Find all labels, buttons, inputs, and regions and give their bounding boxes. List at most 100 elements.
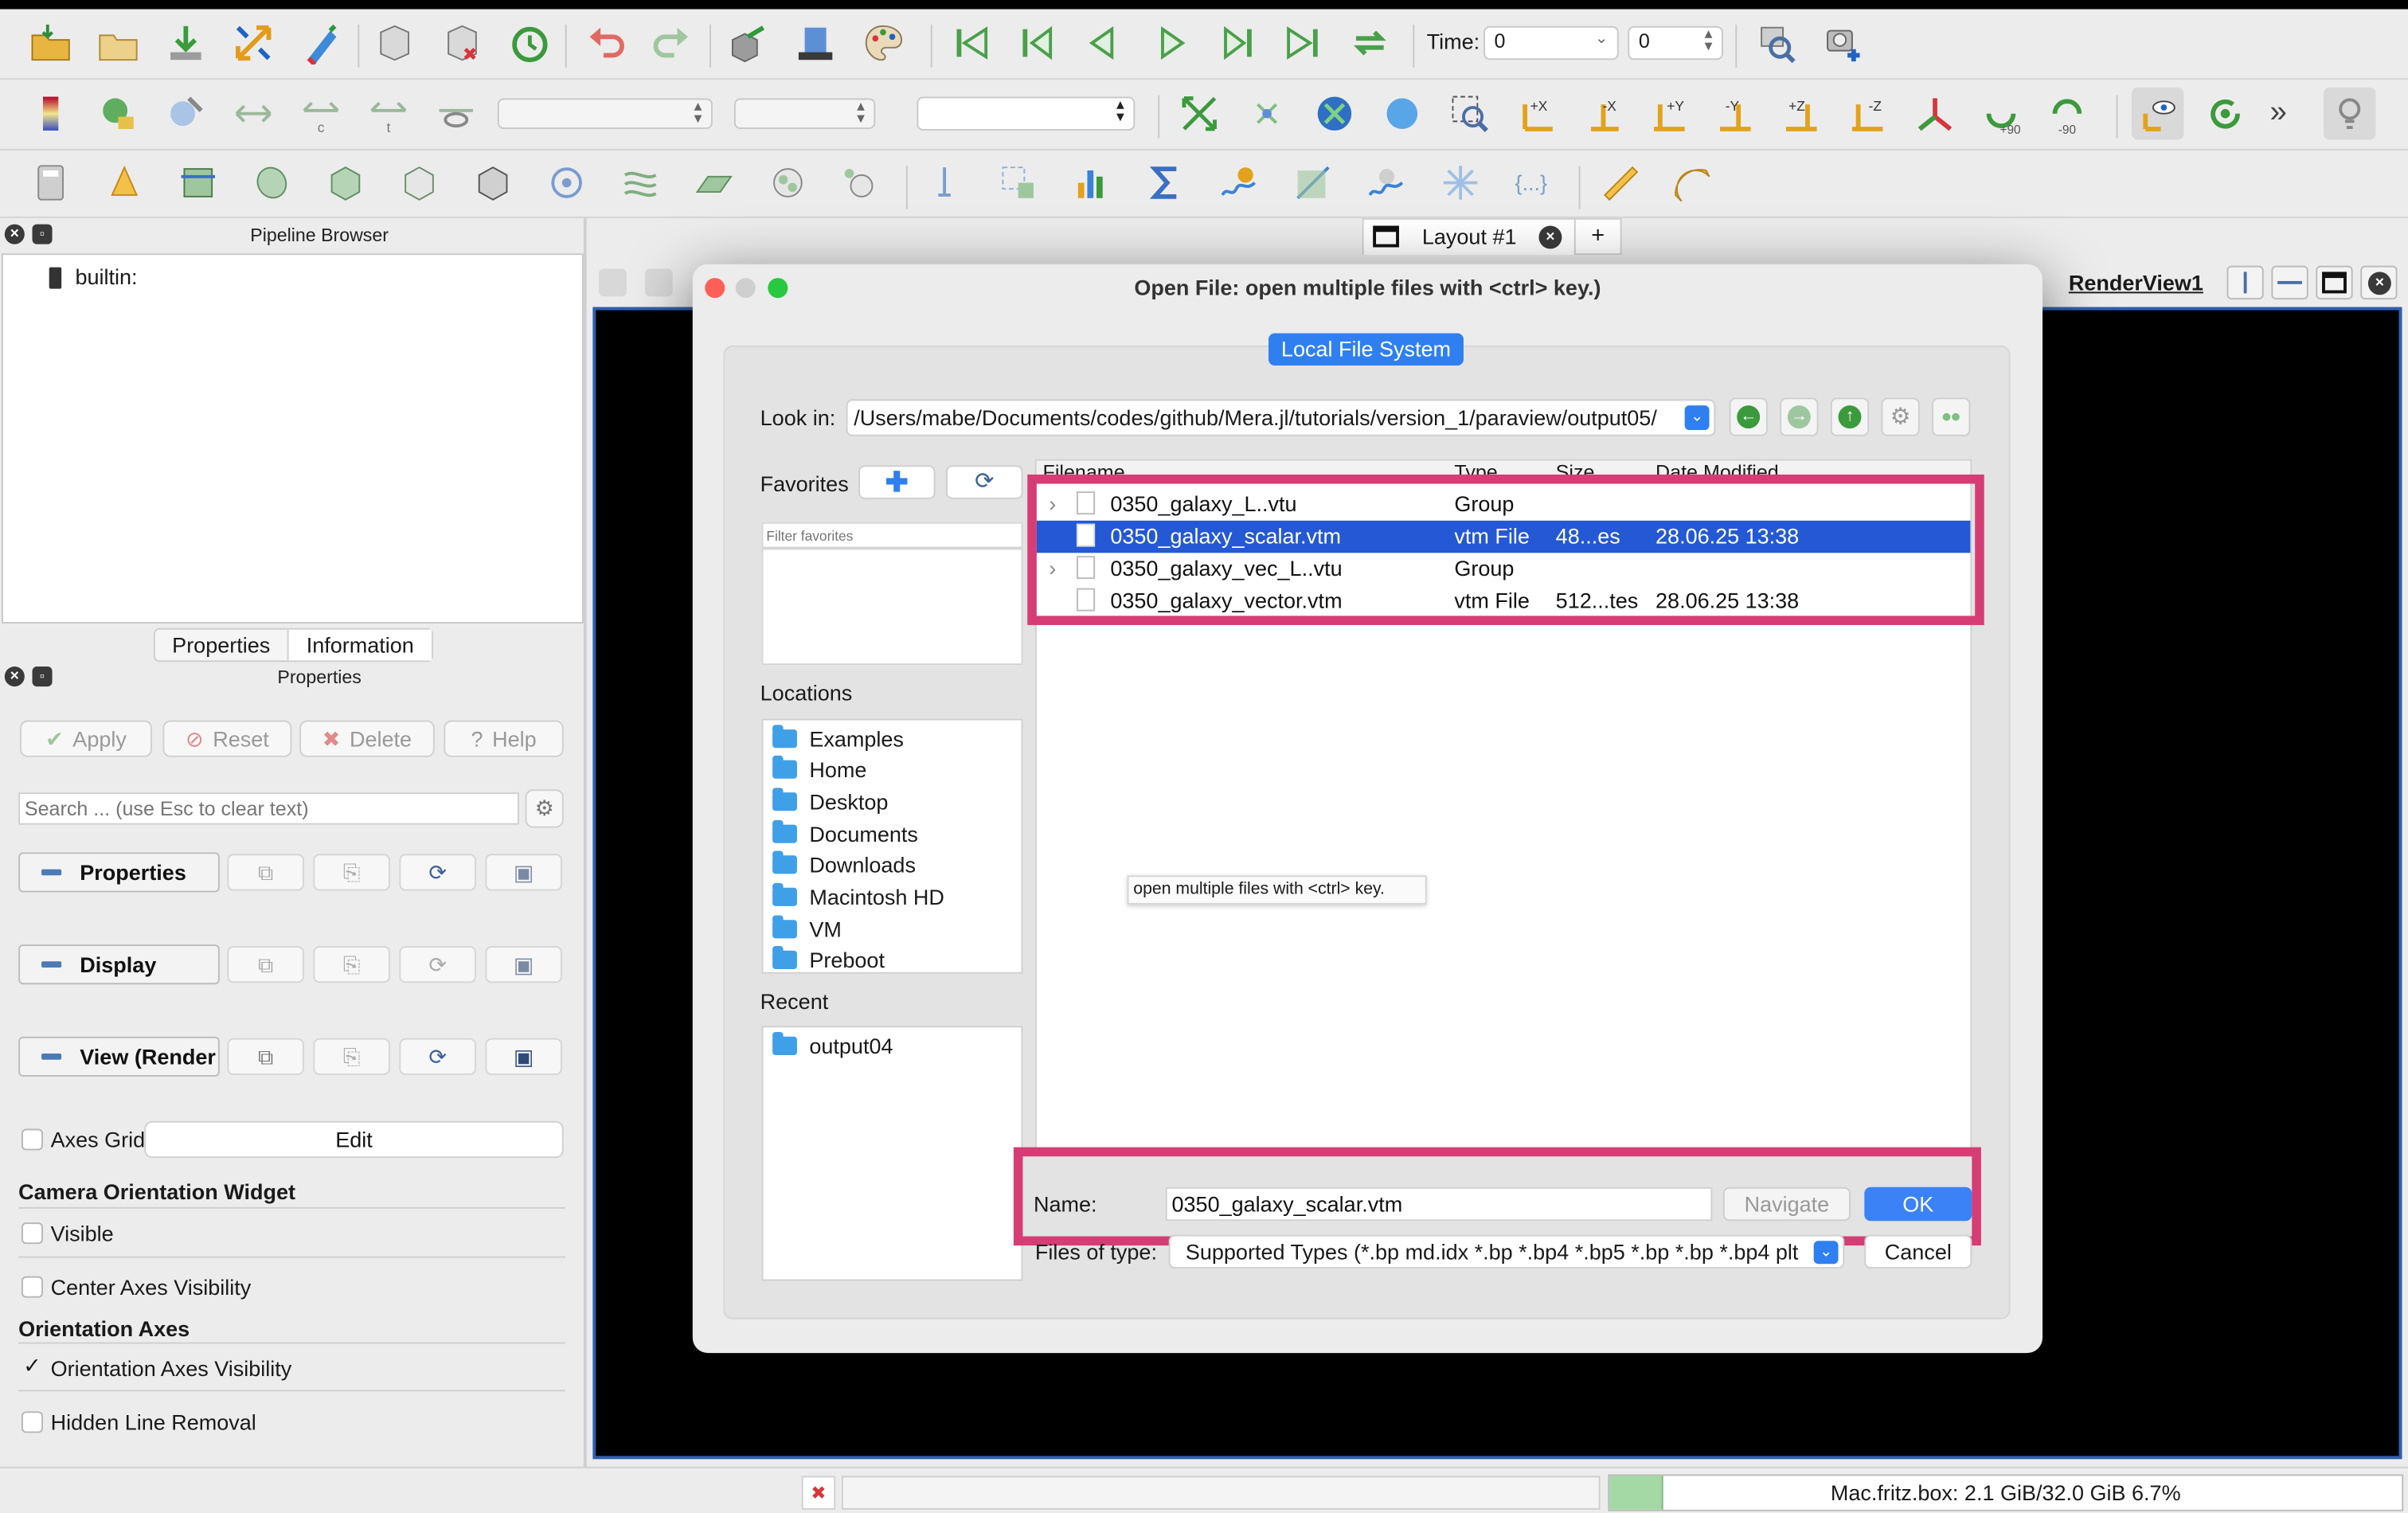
view-plus-x-icon[interactable]: +X — [1511, 88, 1564, 140]
rotate-minus-90-icon[interactable]: -90 — [2041, 88, 2093, 140]
color-map-icon[interactable] — [25, 88, 77, 140]
refresh-icon[interactable]: ⟳ — [399, 854, 476, 891]
split-horizontal-icon[interactable] — [2226, 265, 2264, 300]
isometric-view-icon[interactable] — [1909, 88, 1961, 140]
cancel-button[interactable]: Cancel — [1864, 1234, 1972, 1269]
gear-icon[interactable]: ⚙ — [525, 789, 564, 828]
recent-files-icon[interactable] — [92, 17, 145, 69]
variable-selector[interactable]: ▴ ▾ — [497, 98, 713, 130]
step-back-icon[interactable] — [1075, 17, 1128, 69]
undock-icon[interactable]: ▫ — [32, 224, 53, 244]
refresh-icon[interactable]: ⟳ — [399, 946, 476, 983]
play-icon[interactable] — [1146, 17, 1198, 69]
stream-tracer-icon[interactable] — [541, 157, 593, 209]
slice-icon[interactable] — [246, 157, 299, 209]
ruler-icon[interactable] — [1594, 157, 1647, 209]
zoom-closest-icon[interactable] — [1376, 88, 1429, 140]
threshold-icon[interactable] — [319, 157, 372, 209]
parent-directory-icon[interactable]: ↑ — [1830, 397, 1870, 436]
zoom-to-data-icon[interactable] — [789, 17, 842, 69]
representation-selector[interactable]: ▴ ▾ — [917, 96, 1136, 131]
split-vertical-icon[interactable] — [2271, 265, 2308, 300]
extract-subset-icon[interactable] — [393, 157, 446, 209]
first-frame-icon[interactable] — [944, 17, 997, 69]
center-axes-checkbox[interactable] — [22, 1276, 44, 1298]
close-icon[interactable]: × — [4, 667, 25, 687]
rotate-plus-90-icon[interactable]: +90 — [1975, 88, 2027, 140]
toolbar-overflow[interactable]: » — [2269, 96, 2286, 131]
add-favorite-icon[interactable]: ✚ — [858, 465, 936, 499]
plot-over-line-icon[interactable] — [918, 157, 971, 209]
edit-button[interactable]: Edit — [144, 1120, 564, 1159]
files-of-type-combo[interactable]: Supported Types (*.bp md.idx *.bp *.bp4 … — [1168, 1234, 1845, 1269]
paste-icon[interactable]: ⎘ — [313, 946, 390, 983]
properties-search-input[interactable] — [18, 792, 519, 825]
copy-icon[interactable]: ⧉ — [227, 946, 304, 983]
section-view[interactable]: View (Render View) — [18, 1036, 220, 1077]
memory-meter[interactable]: Mac.fritz.box: 2.1 GiB/32.0 GiB 6.7% — [1608, 1474, 2404, 1511]
rescale-temporal-icon[interactable]: t — [362, 88, 415, 140]
save-data-icon[interactable] — [160, 17, 213, 69]
paste-icon[interactable]: ⎘ — [313, 854, 390, 891]
pipeline-root-item[interactable]: builtin: — [76, 264, 138, 289]
tab-information[interactable]: Information — [287, 629, 432, 661]
orientation-axes-checkbox[interactable]: ✓ — [22, 1355, 43, 1378]
histogram-icon[interactable] — [1065, 157, 1118, 209]
python-trace-icon[interactable] — [504, 17, 557, 69]
previous-frame-icon[interactable] — [1010, 17, 1063, 69]
back-icon[interactable]: ← — [1729, 397, 1768, 436]
temporal-stats-icon[interactable] — [1214, 157, 1266, 209]
time-step-spinbox[interactable]: 0 ▴ ▾ — [1628, 25, 1723, 61]
connect-icon[interactable] — [227, 17, 280, 69]
undo-icon[interactable] — [580, 17, 633, 69]
delete-button[interactable]: ✖ Delete — [299, 720, 435, 757]
lightbulb-icon[interactable] — [2323, 87, 2376, 140]
axes-grid-checkbox[interactable] — [22, 1128, 44, 1151]
plot-data-icon[interactable] — [1361, 157, 1413, 209]
paste-icon[interactable]: ⎘ — [313, 1038, 390, 1076]
tab-local-file-system[interactable]: Local File System — [1268, 333, 1464, 366]
save-icon[interactable]: ▣ — [485, 1038, 562, 1076]
apply-button[interactable]: ✔ Apply — [20, 720, 152, 757]
delete-macro-icon[interactable] — [436, 17, 489, 69]
save-icon[interactable]: ▣ — [485, 946, 562, 983]
splitter[interactable] — [583, 217, 587, 1467]
forward-icon[interactable]: → — [1780, 397, 1819, 436]
warp-icon[interactable] — [614, 157, 666, 209]
protractor-icon[interactable] — [1665, 157, 1718, 209]
close-tab-icon[interactable]: × — [1538, 225, 1562, 249]
open-folder-icon[interactable] — [25, 17, 77, 69]
extract-level-icon[interactable] — [762, 157, 815, 209]
contour-icon[interactable] — [98, 157, 150, 209]
location-item[interactable]: Examples — [772, 723, 904, 754]
hidden-line-checkbox[interactable] — [22, 1411, 44, 1433]
visible-checkbox[interactable] — [22, 1222, 44, 1245]
probe-icon[interactable] — [832, 157, 885, 209]
disconnect-icon[interactable] — [295, 17, 347, 69]
help-button[interactable]: ? Help — [444, 720, 564, 757]
find-data-icon[interactable] — [1751, 17, 1804, 69]
component-selector[interactable]: ▴ ▾ — [733, 98, 876, 130]
location-item[interactable]: Downloads — [772, 850, 916, 881]
add-layout-button[interactable]: + — [1573, 217, 1622, 256]
tab-properties[interactable]: Properties — [155, 630, 287, 661]
redo-icon[interactable] — [645, 17, 698, 69]
calculator-icon[interactable] — [25, 157, 77, 209]
filter-favorites-input[interactable] — [761, 522, 1023, 549]
camera-redo-icon[interactable] — [645, 268, 673, 297]
glyph-icon[interactable] — [467, 157, 519, 209]
section-display[interactable]: Display — [18, 944, 220, 985]
zoom-box-icon[interactable] — [1444, 88, 1496, 140]
refresh-icon[interactable]: ⟳ — [399, 1038, 476, 1076]
add-camera-icon[interactable] — [1817, 17, 1870, 69]
save-icon[interactable]: ▣ — [485, 854, 562, 891]
loop-icon[interactable] — [1344, 17, 1397, 69]
reset-camera-icon[interactable] — [721, 17, 774, 69]
camera-undo-icon[interactable] — [599, 268, 627, 297]
reset-closest-icon[interactable] — [1241, 88, 1293, 140]
copy-icon[interactable]: ⧉ — [227, 1038, 304, 1076]
location-item[interactable]: Macintosh HD — [772, 882, 944, 913]
last-frame-icon[interactable] — [1278, 17, 1331, 69]
close-icon[interactable]: × — [4, 224, 25, 244]
plot-selection-icon[interactable] — [992, 157, 1045, 209]
